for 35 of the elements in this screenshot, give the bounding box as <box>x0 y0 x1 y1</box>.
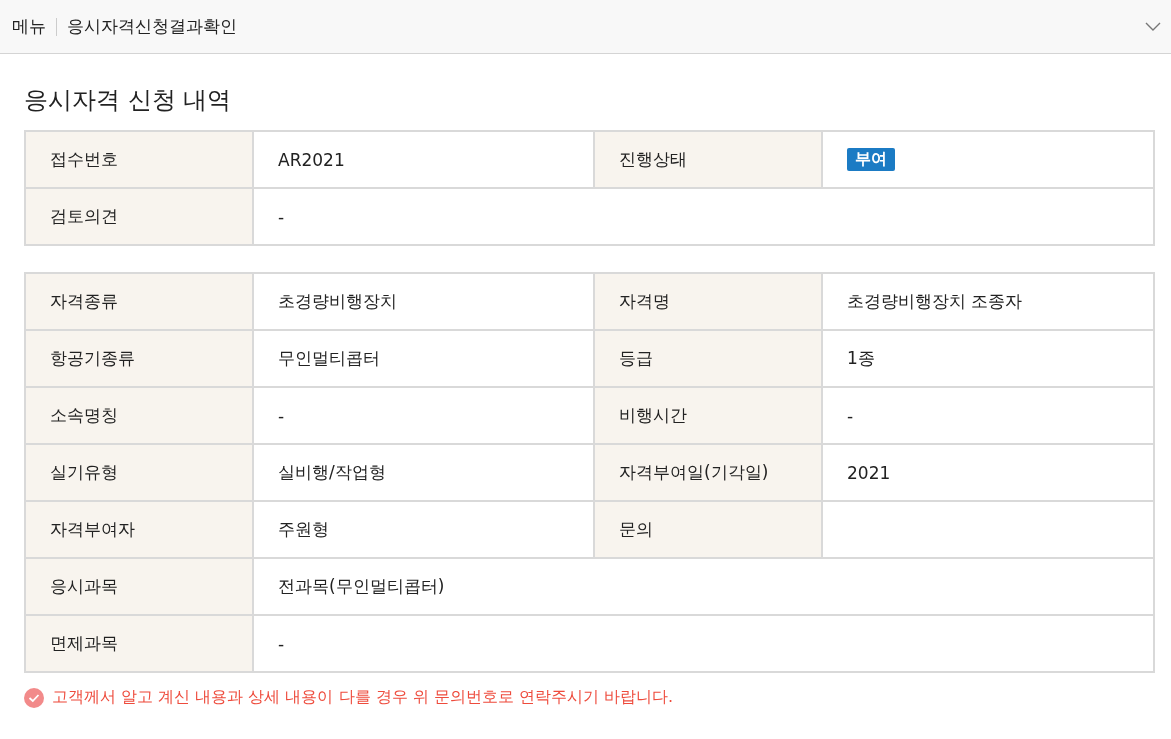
field-value: 무인멀티콥터 <box>253 330 594 387</box>
field-value: - <box>822 387 1154 444</box>
field-value: 실비행/작업형 <box>253 444 594 501</box>
field-value: 전과목(무인멀티콥터) <box>253 558 1154 615</box>
chevron-down-icon[interactable] <box>1145 21 1161 32</box>
field-label: 자격종류 <box>25 273 253 330</box>
field-value: - <box>253 615 1154 672</box>
field-label: 응시과목 <box>25 558 253 615</box>
status-badge: 부여 <box>847 148 895 171</box>
field-value: 초경량비행장치 조종자 <box>822 273 1154 330</box>
field-label: 문의 <box>594 501 822 558</box>
menu-label[interactable]: 메뉴 <box>12 15 46 38</box>
field-label: 등급 <box>594 330 822 387</box>
field-label: 비행시간 <box>594 387 822 444</box>
field-value: 초경량비행장치 <box>253 273 594 330</box>
field-value: 2021 <box>822 444 1154 501</box>
field-label: 자격부여자 <box>25 501 253 558</box>
section-title: 응시자격 신청 내역 <box>24 85 233 116</box>
field-label: 검토의견 <box>25 188 253 245</box>
field-value: 1종 <box>822 330 1154 387</box>
field-value: 주원형 <box>253 501 594 558</box>
check-circle-icon <box>24 687 44 708</box>
field-label: 실기유형 <box>25 444 253 501</box>
notice-text: 고객께서 알고 계신 내용과 상세 내용이 다를 경우 위 문의번호로 연락주시기 바랍니다. <box>52 687 674 708</box>
field-label: 자격부여일(기각일) <box>594 444 822 501</box>
field-label: 항공기종류 <box>25 330 253 387</box>
field-label: 면제과목 <box>25 615 253 672</box>
field-value: - <box>253 188 1154 245</box>
field-value: - <box>253 387 594 444</box>
page-title: 응시자격신청결과확인 <box>67 15 237 38</box>
field-value: AR2021 <box>253 131 594 188</box>
field-label: 자격명 <box>594 273 822 330</box>
field-label: 소속명칭 <box>25 387 253 444</box>
field-label: 진행상태 <box>594 131 822 188</box>
field-label: 접수번호 <box>25 131 253 188</box>
